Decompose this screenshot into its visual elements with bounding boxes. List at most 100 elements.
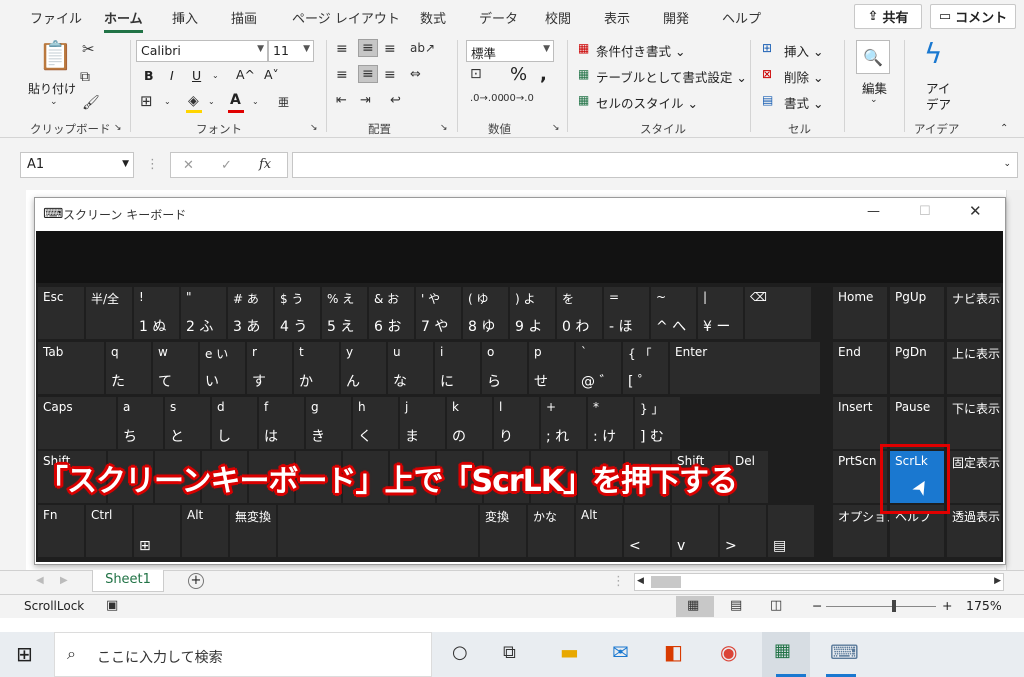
osk-key[interactable]: | ¥ ー — [697, 286, 744, 340]
osk-key[interactable]: 無変換 — [229, 504, 277, 558]
normal-view-button[interactable]: ▦ — [676, 596, 714, 617]
osk-nav-key[interactable]: Pause — [889, 396, 945, 450]
osk-nav-key[interactable]: Home — [832, 286, 888, 340]
osk-key[interactable]: Esc — [37, 286, 85, 340]
scroll-thumb[interactable] — [651, 576, 681, 588]
increase-decimal-icon[interactable]: .0→.00 — [470, 94, 504, 104]
grow-font-button[interactable]: A^ — [236, 67, 255, 82]
tab-insert[interactable]: 挿入 — [172, 8, 198, 27]
osk-key[interactable]: oら — [481, 341, 528, 395]
dialog-launcher-icon[interactable]: ↘ — [114, 124, 122, 133]
osk-key[interactable]: yん — [340, 341, 387, 395]
paste-icon[interactable]: 📋 — [38, 42, 73, 70]
osk-key[interactable]: 変換 — [479, 504, 527, 558]
increase-indent-icon[interactable]: ⇥ — [360, 94, 371, 107]
osk-key[interactable]: hく — [352, 396, 399, 450]
zoom-slider-thumb[interactable] — [892, 600, 896, 612]
underline-button[interactable]: U — [192, 68, 201, 83]
prev-sheet-icon[interactable]: ◀ — [36, 576, 44, 586]
osk-key[interactable]: " 2 ふ — [180, 286, 227, 340]
osk-key[interactable]: tか — [293, 341, 340, 395]
osk-key[interactable]: +; れ — [540, 396, 587, 450]
cancel-icon[interactable]: ✕ — [183, 159, 194, 172]
osk-key[interactable]: rす — [246, 341, 293, 395]
font-name-combo[interactable]: Calibri ▼ — [136, 40, 268, 62]
formula-input[interactable]: ⌄ — [292, 152, 1018, 178]
osk-key[interactable]: e いい — [199, 341, 246, 395]
tab-data[interactable]: データ — [479, 8, 518, 27]
osk-nav-key[interactable]: 上に表示 — [946, 341, 1002, 395]
osk-key[interactable]: # あ3 あ — [227, 286, 274, 340]
taskbar-search-box[interactable]: ⌕ ここに入力して検索 — [54, 632, 432, 677]
insert-cells-button[interactable]: 挿入 ⌄ — [784, 41, 823, 60]
shrink-font-button[interactable]: A˅ — [264, 67, 279, 82]
task-view-icon[interactable]: ⧉ — [503, 644, 516, 662]
osk-key[interactable]: を0 わ — [556, 286, 603, 340]
osk-key[interactable]: } 」] む — [634, 396, 681, 450]
office-icon[interactable]: ◧ — [664, 642, 683, 662]
minimize-icon[interactable]: — — [867, 204, 880, 219]
osk-key[interactable]: = - ほ — [603, 286, 650, 340]
next-sheet-icon[interactable]: ▶ — [60, 576, 68, 586]
tab-view[interactable]: 表示 — [604, 8, 630, 27]
osk-key[interactable]: Caps — [37, 396, 117, 450]
osk-key[interactable]: iに — [434, 341, 481, 395]
chevron-down-icon[interactable]: ⌄ — [50, 98, 58, 107]
osk-key[interactable]: jま — [399, 396, 446, 450]
maximize-icon[interactable]: ☐ — [919, 204, 931, 219]
chrome-icon[interactable]: ◉ — [720, 642, 737, 662]
osk-key[interactable]: ( ゆ8 ゆ — [462, 286, 509, 340]
osk-nav-key[interactable]: PgDn — [889, 341, 945, 395]
osk-key[interactable]: Fn — [37, 504, 85, 558]
cortana-icon[interactable]: ○ — [452, 644, 468, 662]
chevron-down-icon[interactable]: ⌄ — [252, 98, 259, 106]
osk-key[interactable]: < — [623, 504, 671, 558]
add-sheet-button[interactable]: + — [188, 573, 204, 589]
osk-nav-key[interactable]: Insert — [832, 396, 888, 450]
border-icon[interactable]: ⊞ — [140, 94, 153, 109]
osk-key[interactable]: Alt — [575, 504, 623, 558]
osk-key[interactable]: $ う4 う — [274, 286, 321, 340]
dialog-launcher-icon[interactable]: ↘ — [552, 124, 560, 133]
osk-key[interactable]: ! 1 ぬ — [133, 286, 180, 340]
osk-key[interactable]: % え5 え — [321, 286, 368, 340]
windows-start-icon[interactable]: ⊞ — [16, 644, 33, 664]
align-top-icon[interactable]: ≡ — [336, 42, 348, 56]
osk-nav-key[interactable]: 固定表示 — [946, 450, 1002, 504]
osk-key[interactable]: ` @ ゛ — [575, 341, 622, 395]
percent-button[interactable]: % — [510, 64, 527, 85]
conditional-format-button[interactable]: 条件付き書式 ⌄ — [596, 41, 685, 60]
chevron-down-icon[interactable]: ⌄ — [164, 98, 171, 106]
osk-key[interactable]: pせ — [528, 341, 575, 395]
horizontal-scrollbar[interactable]: ◀ ▶ — [634, 573, 1004, 591]
osk-key[interactable]: ) よ9 よ — [509, 286, 556, 340]
osk-taskbar-icon[interactable]: ⌨ — [830, 642, 859, 662]
sheet-tab-sheet1[interactable]: Sheet1 — [92, 570, 164, 592]
orientation-icon[interactable]: ab↗ — [410, 42, 435, 54]
insert-function-icon[interactable]: fx — [259, 158, 271, 171]
osk-key[interactable]: Ctrl — [85, 504, 133, 558]
page-break-view-icon[interactable]: ◫ — [770, 599, 782, 612]
osk-key[interactable]: ~ ^ へ — [650, 286, 697, 340]
osk-key[interactable]: Enter — [669, 341, 821, 395]
page-layout-view-icon[interactable]: ▤ — [730, 599, 742, 612]
osk-key[interactable] — [277, 504, 479, 558]
zoom-out-button[interactable]: − — [812, 598, 822, 613]
enter-icon[interactable]: ✓ — [221, 159, 232, 172]
osk-key[interactable]: sと — [164, 396, 211, 450]
zoom-slider[interactable] — [826, 606, 936, 607]
format-as-table-button[interactable]: テーブルとして書式設定 ⌄ — [596, 67, 747, 86]
font-size-combo[interactable]: 11 ▼ — [268, 40, 314, 62]
align-center-icon[interactable]: ≡ — [358, 65, 378, 83]
paste-button[interactable]: 貼り付け — [28, 80, 76, 97]
tab-page-layout[interactable]: ページ レイアウト — [292, 8, 400, 27]
align-middle-icon[interactable]: ≡ — [358, 39, 378, 57]
font-color-icon[interactable]: A — [230, 92, 241, 108]
osk-key[interactable]: *: け — [587, 396, 634, 450]
chevron-down-icon[interactable]: ⌄ — [870, 96, 878, 105]
comment-button[interactable]: ▭ コメント — [930, 4, 1016, 29]
bold-button[interactable]: B — [144, 68, 154, 83]
file-explorer-icon[interactable]: ▬ — [560, 642, 579, 662]
osk-key[interactable]: gき — [305, 396, 352, 450]
currency-icon[interactable]: ⊡ — [470, 67, 482, 81]
